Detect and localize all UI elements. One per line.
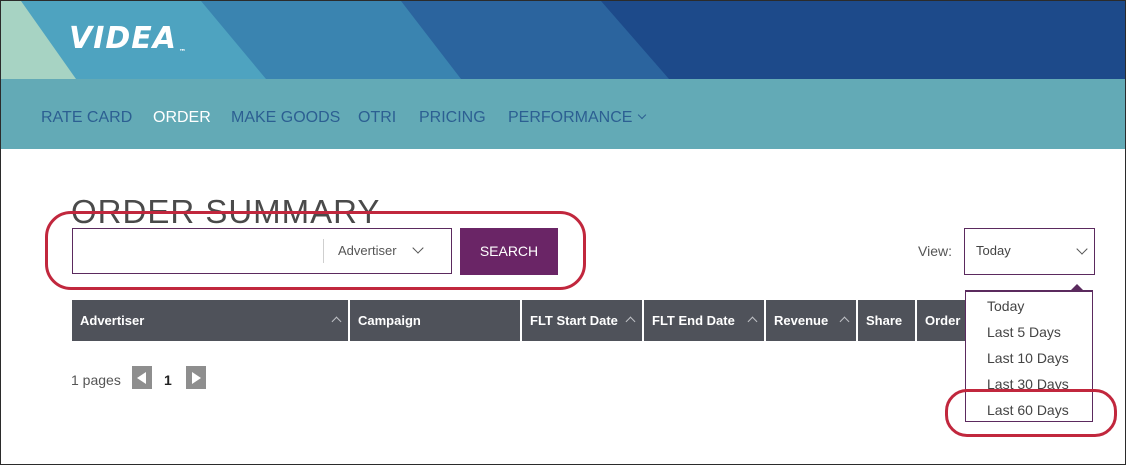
triangle-left-icon: [137, 372, 146, 384]
view-label: View:: [918, 243, 952, 259]
column-label: FLT End Date: [652, 313, 735, 328]
sort-arrow-icon: [747, 316, 758, 327]
search-box: Advertiser: [72, 228, 452, 274]
nav-item-otri[interactable]: OTRI: [358, 109, 396, 127]
sort-arrow-icon: [625, 316, 636, 327]
column-header-flt-end-date[interactable]: FLT End Date: [644, 300, 766, 341]
column-header-campaign[interactable]: Campaign: [350, 300, 522, 341]
current-page-number[interactable]: 1: [164, 372, 172, 388]
column-header-flt-start-date[interactable]: FLT Start Date: [522, 300, 644, 341]
nav-item-rate-card[interactable]: RATE CARD: [41, 109, 132, 127]
view-option-last-10-days[interactable]: Last 10 Days: [987, 350, 1069, 366]
column-label: Share: [866, 313, 903, 328]
pagination-count: 1 pages: [71, 372, 121, 388]
search-button[interactable]: SEARCH: [460, 228, 558, 275]
videa-logo[interactable]: VIDEA ™: [69, 21, 187, 56]
main-nav: RATE CARD ORDER MAKE GOODS OTRI PRICING …: [1, 79, 1125, 149]
column-header-revenue[interactable]: Revenue: [766, 300, 858, 341]
sort-arrow-icon: [331, 316, 342, 327]
next-page-button[interactable]: [186, 366, 206, 389]
header-banner: VIDEA ™: [1, 1, 1125, 79]
view-option-last-5-days[interactable]: Last 5 Days: [987, 324, 1061, 340]
annotation-highlight-last-60-days: [945, 389, 1117, 437]
nav-item-make-goods[interactable]: MAKE GOODS: [231, 109, 340, 127]
nav-item-performance[interactable]: PERFORMANCE: [508, 109, 647, 127]
nav-item-performance-label: PERFORMANCE: [508, 109, 633, 126]
chevron-down-icon[interactable]: [412, 242, 424, 254]
triangle-right-icon: [192, 372, 201, 384]
column-label: Advertiser: [80, 313, 145, 328]
column-label: FLT Start Date: [530, 313, 618, 328]
table-header: Advertiser Campaign FLT Start Date FLT E…: [72, 300, 967, 341]
view-option-today[interactable]: Today: [987, 298, 1024, 314]
dropdown-caret: [1070, 284, 1084, 291]
column-header-advertiser[interactable]: Advertiser: [72, 300, 350, 341]
sort-arrow-icon: [839, 316, 850, 327]
search-input[interactable]: [73, 229, 323, 273]
column-header-share[interactable]: Share: [858, 300, 917, 341]
column-label: Order #: [925, 313, 961, 328]
nav-item-pricing[interactable]: PRICING: [419, 109, 486, 127]
logo-trademark: ™: [179, 48, 187, 56]
prev-page-button[interactable]: [132, 366, 152, 389]
chevron-down-icon: [1076, 243, 1088, 255]
view-select[interactable]: Today: [964, 228, 1095, 275]
view-selected-value: Today: [976, 243, 1011, 258]
search-type-select[interactable]: Advertiser: [338, 243, 397, 258]
nav-item-order[interactable]: ORDER: [153, 109, 211, 127]
search-divider: [323, 239, 324, 263]
logo-text: VIDEA: [69, 21, 177, 56]
column-header-order-number[interactable]: Order #: [917, 300, 967, 341]
app-frame: VIDEA ™ RATE CARD ORDER MAKE GOODS OTRI P…: [0, 0, 1126, 465]
column-label: Revenue: [774, 313, 829, 328]
chevron-down-icon: [638, 110, 647, 120]
column-label: Campaign: [358, 313, 421, 328]
